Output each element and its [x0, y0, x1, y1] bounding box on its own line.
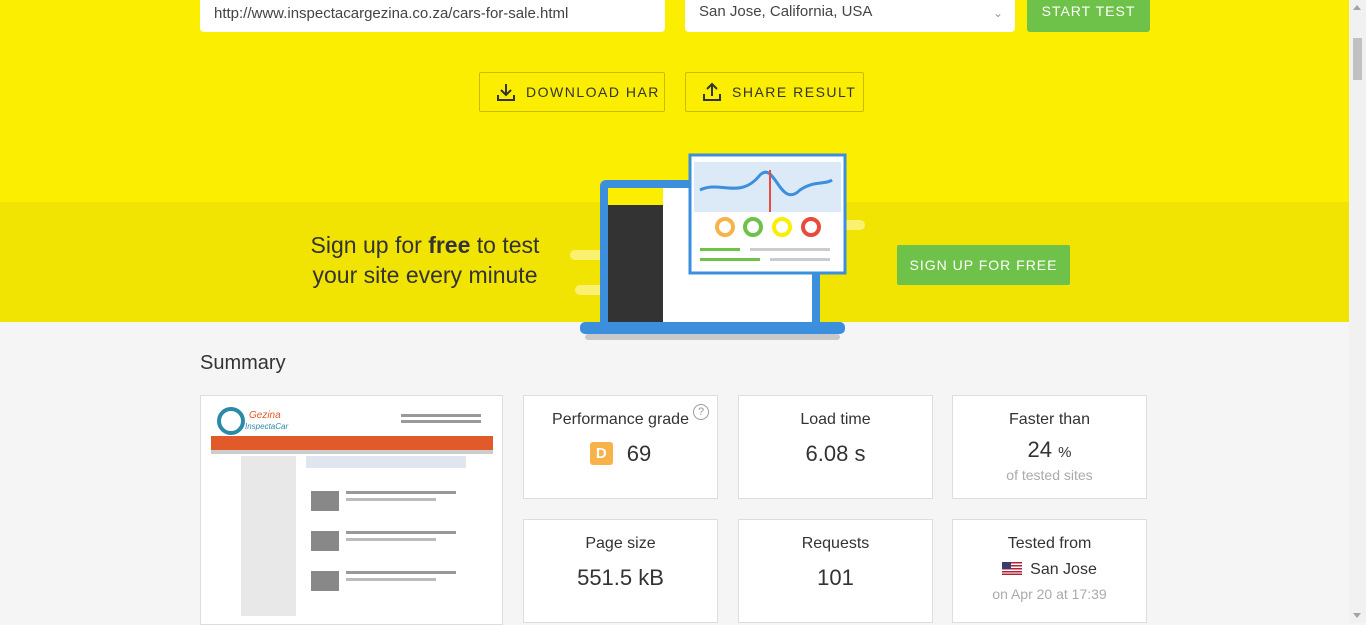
- grade-badge: D: [589, 442, 613, 465]
- summary-title: Summary: [200, 352, 286, 374]
- signup-text-2: to test: [470, 232, 540, 258]
- signup-button[interactable]: SIGN UP FOR FREE: [897, 245, 1070, 285]
- tested-from-card: Tested from San Jose on Apr 20 at 17:39: [952, 519, 1147, 623]
- page-scrollbar[interactable]: [1349, 0, 1366, 623]
- faster-than-value: 24: [1027, 437, 1052, 462]
- download-har-button[interactable]: DOWNLOAD HAR: [479, 72, 665, 112]
- page-size-value: 551.5 kB: [577, 565, 664, 590]
- load-time-label: Load time: [800, 411, 871, 428]
- scroll-up-icon[interactable]: [1353, 5, 1361, 10]
- requests-card: Requests 101: [738, 519, 933, 623]
- url-input[interactable]: [200, 0, 665, 32]
- thumb-logo-1: Gezina: [249, 410, 281, 421]
- scroll-down-icon[interactable]: [1353, 613, 1361, 618]
- page-size-card: Page size 551.5 kB: [523, 519, 718, 623]
- load-time-card: Load time 6.08 s: [738, 395, 933, 499]
- start-test-button[interactable]: START TEST: [1027, 0, 1150, 32]
- help-icon[interactable]: ?: [693, 404, 709, 420]
- share-result-label: SHARE RESULT: [732, 84, 857, 100]
- location-value: San Jose, California, USA: [699, 3, 873, 20]
- requests-value: 101: [817, 565, 854, 590]
- performance-score: 69: [626, 441, 652, 466]
- location-select[interactable]: San Jose, California, USA ⌄: [685, 0, 1015, 32]
- tested-from-label: Tested from: [1007, 535, 1092, 552]
- download-icon: [497, 84, 515, 101]
- upload-icon: [703, 82, 721, 101]
- download-har-label: DOWNLOAD HAR: [526, 84, 660, 100]
- load-time-value: 6.08 s: [805, 441, 866, 466]
- requests-label: Requests: [801, 535, 870, 552]
- faster-than-sub: of tested sites: [1006, 467, 1093, 483]
- signup-text-bold: free: [428, 232, 471, 258]
- signup-text-3: your site every minute: [312, 262, 538, 288]
- faster-than-card: Faster than 24 % of tested sites: [952, 395, 1147, 499]
- faster-than-label: Faster than: [1009, 411, 1090, 428]
- signup-text-1: Sign up for: [310, 232, 429, 258]
- site-preview-image: Gezina InspectaCar: [211, 406, 493, 616]
- signup-headline: Sign up for free to test your site every…: [290, 230, 560, 290]
- share-result-button[interactable]: SHARE RESULT: [685, 72, 864, 112]
- thumb-logo-2: InspectaCar: [245, 422, 288, 431]
- performance-grade-card: ? Performance grade D 69: [523, 395, 718, 499]
- chevron-down-icon: ⌄: [992, 6, 1003, 20]
- tested-from-value: San Jose: [1030, 561, 1097, 578]
- laptop-illustration: [570, 153, 865, 340]
- page-size-label: Page size: [585, 535, 656, 552]
- scrollbar-thumb[interactable]: [1353, 38, 1362, 80]
- performance-grade-label: Performance grade: [552, 411, 689, 428]
- faster-than-unit: %: [1058, 444, 1072, 461]
- us-flag-icon: [1002, 562, 1023, 575]
- page-screenshot-thumbnail[interactable]: Gezina InspectaCar: [200, 395, 503, 625]
- tested-from-date: on Apr 20 at 17:39: [992, 586, 1107, 602]
